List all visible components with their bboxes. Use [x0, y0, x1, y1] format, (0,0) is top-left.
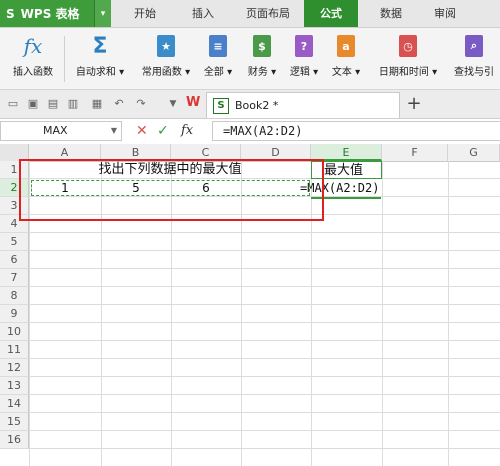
document-tab-title: Book2 *: [235, 99, 279, 112]
row-header-5[interactable]: 5: [0, 233, 29, 251]
document-tab[interactable]: S Book2 *: [206, 92, 400, 118]
row-header-6[interactable]: 6: [0, 251, 29, 269]
preview-icon[interactable]: ▦: [90, 97, 104, 111]
list-book-icon: ≡: [207, 34, 229, 58]
text-book-icon: a: [335, 34, 357, 58]
app-dropdown-icon[interactable]: ▾: [94, 0, 111, 27]
row-header-12[interactable]: 12: [0, 359, 29, 377]
column-header-g[interactable]: G: [448, 144, 500, 161]
tab-insert[interactable]: 插入: [182, 0, 224, 27]
lookup-functions-button[interactable]: ⌕ 查找与引: [448, 28, 500, 89]
print-icon[interactable]: ▥: [66, 97, 80, 111]
app-name: WPS 表格: [20, 7, 80, 21]
save-icon[interactable]: ▣: [26, 97, 40, 111]
customize-dropdown-icon[interactable]: ▼: [166, 97, 180, 111]
common-functions-button[interactable]: ★ 常用函数 ▾: [134, 28, 198, 89]
finance-book-icon: $: [251, 34, 273, 58]
row-header-10[interactable]: 10: [0, 323, 29, 341]
insert-function-button[interactable]: fx 插入函数: [4, 28, 62, 89]
row-header-11[interactable]: 11: [0, 341, 29, 359]
clock-book-icon: ◷: [397, 34, 419, 58]
row-header-7[interactable]: 7: [0, 269, 29, 287]
row-header-14[interactable]: 14: [0, 395, 29, 413]
all-functions-button[interactable]: ≡ 全部 ▾: [198, 28, 238, 89]
formula-input[interactable]: =MAX(A2:D2): [212, 121, 500, 141]
fx-icon: fx: [23, 34, 43, 58]
tab-formulas[interactable]: 公式: [304, 0, 358, 27]
redo-icon[interactable]: ↷: [134, 97, 148, 111]
print-preview-icon[interactable]: ▤: [46, 97, 60, 111]
row-header-16[interactable]: 16: [0, 431, 29, 449]
row-header-15[interactable]: 15: [0, 413, 29, 431]
open-folder-icon[interactable]: ▭: [6, 97, 20, 111]
undo-icon[interactable]: ↶: [112, 97, 126, 111]
logic-functions-button[interactable]: ? 逻辑 ▾: [284, 28, 324, 89]
highlight-annotation-box: [19, 159, 324, 221]
row-header-8[interactable]: 8: [0, 287, 29, 305]
name-box-value: MAX: [43, 124, 68, 137]
insert-function-fx-icon[interactable]: fx: [181, 120, 203, 142]
tab-review[interactable]: 审阅: [424, 0, 466, 27]
column-header-f[interactable]: F: [382, 144, 448, 161]
search-book-icon: ⌕: [463, 34, 485, 58]
star-book-icon: ★: [155, 34, 177, 58]
tab-home[interactable]: 开始: [124, 0, 166, 27]
spreadsheet-doc-icon: S: [213, 97, 229, 114]
chevron-down-icon[interactable]: ▼: [111, 122, 117, 140]
row-header-9[interactable]: 9: [0, 305, 29, 323]
new-tab-button[interactable]: +: [404, 93, 424, 115]
finance-functions-button[interactable]: $ 财务 ▾: [242, 28, 282, 89]
confirm-formula-icon[interactable]: ✓: [157, 120, 171, 142]
datetime-functions-button[interactable]: ◷ 日期和时间 ▾: [372, 28, 444, 89]
app-menu-button[interactable]: S WPS 表格: [0, 0, 94, 27]
tab-data[interactable]: 数据: [370, 0, 412, 27]
text-functions-button[interactable]: a 文本 ▾: [326, 28, 366, 89]
autosum-button[interactable]: Σ 自动求和 ▾: [68, 28, 132, 89]
wps-logo-icon: S: [6, 6, 15, 21]
row-header-13[interactable]: 13: [0, 377, 29, 395]
logic-book-icon: ?: [293, 34, 315, 58]
tab-page-layout[interactable]: 页面布局: [238, 0, 298, 27]
wps-office-icon[interactable]: W: [186, 96, 200, 110]
ribbon-divider: [64, 36, 65, 82]
name-box[interactable]: MAX ▼: [0, 121, 122, 141]
sigma-icon: Σ: [92, 33, 108, 59]
cancel-formula-icon[interactable]: ✕: [136, 120, 150, 142]
